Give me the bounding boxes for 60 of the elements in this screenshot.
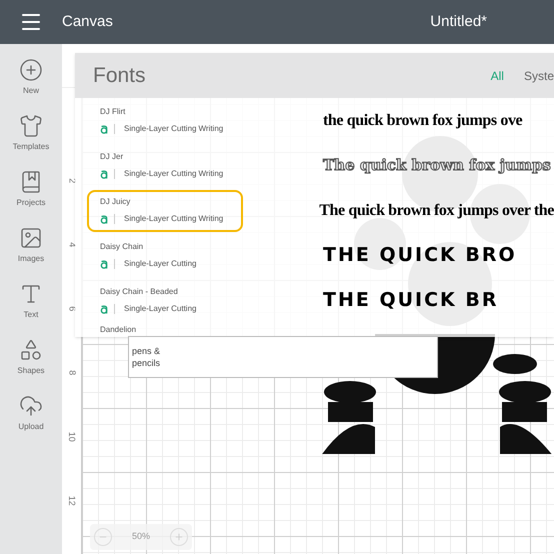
document-title: Untitled* <box>430 12 487 32</box>
font-item[interactable]: Daisy Chain - Beaded Single-Layer Cutting <box>87 280 247 322</box>
ruler-number: 8 <box>66 370 78 376</box>
font-item[interactable]: DJ Flirt Single-Layer Cutting Writing <box>87 100 247 142</box>
sidebar-item[interactable]: Shapes <box>17 338 45 377</box>
ruler-number: 4 <box>66 242 78 248</box>
font-preview: The quick brown fox jumps <box>323 156 551 174</box>
sidebar-item[interactable]: Templates <box>12 114 50 153</box>
panel-title: Fonts <box>93 62 146 89</box>
font-item[interactable]: Daisy Chain Single-Layer Cutting <box>87 234 247 276</box>
zoom-in-button[interactable] <box>170 528 188 546</box>
font-type-icon <box>100 170 108 178</box>
font-tag: Single-Layer Cutting <box>124 258 196 270</box>
font-name: Daisy Chain <box>100 241 144 253</box>
sidebar-item[interactable]: Text <box>19 282 43 321</box>
font-type-icon <box>100 304 108 314</box>
ruler-number: 10 <box>66 432 78 442</box>
font-item[interactable]: DJ Jer Single-Layer Cutting Writing <box>87 144 247 186</box>
text-box[interactable]: pens & pencils <box>128 336 438 378</box>
app-name: Canvas <box>62 12 113 32</box>
sidebar-item[interactable]: Images <box>18 226 44 265</box>
sidebar-item[interactable]: Projects <box>16 170 46 209</box>
image-icon <box>18 226 43 250</box>
font-tag: Writing <box>198 213 224 225</box>
zoom-out-button[interactable] <box>94 528 112 546</box>
sidebar-item[interactable]: New <box>19 58 43 97</box>
font-name: Dandelion <box>100 324 138 336</box>
ruler-number: 2 <box>66 178 78 184</box>
font-tag: Single-Layer Cutting <box>124 303 196 315</box>
font-name: DJ Juicy <box>100 196 132 208</box>
font-type-icon <box>100 214 108 224</box>
font-preview: the quick brown fox jumps ove <box>323 112 522 128</box>
sidebar-item[interactable]: Upload <box>18 394 44 433</box>
font-preview: THE QUICK BRO <box>323 244 517 266</box>
font-tag: Single-Layer Cutting <box>124 123 196 135</box>
font-name: DJ Jer <box>100 151 124 163</box>
font-tag: Single-Layer Cutting <box>124 168 196 180</box>
font-name: DJ Flirt <box>100 106 126 118</box>
text-box-line: pens & <box>132 345 162 357</box>
font-item[interactable]: DJ Juicy Single-Layer Cutting Writing <box>87 190 244 232</box>
font-tag: Writing <box>198 123 224 135</box>
font-preview: The quick brown fox jumps over the <box>319 202 554 218</box>
font-type-icon <box>100 260 108 268</box>
font-tag: Single-Layer Cutting <box>124 213 196 225</box>
filter-tab[interactable]: All <box>490 66 504 84</box>
plus-icon <box>174 532 184 542</box>
text-box-line: pencils <box>132 357 162 369</box>
plus-circle-icon <box>19 58 43 82</box>
font-type-icon <box>100 124 108 134</box>
cloud-upload-icon <box>18 394 43 418</box>
filter-tab[interactable]: Syste <box>524 66 554 84</box>
ruler-number: 6 <box>66 306 78 312</box>
font-preview: THE QUICK BR <box>323 289 498 312</box>
ruler-number: 12 <box>66 496 78 506</box>
font-name: Daisy Chain - Beaded <box>100 286 179 298</box>
zoom-level: 50% <box>132 530 150 544</box>
font-item[interactable]: Dandelion <box>87 323 247 337</box>
font-tag: Writing <box>198 168 224 180</box>
shapes-icon <box>18 338 43 362</box>
shirt-icon <box>19 114 43 138</box>
